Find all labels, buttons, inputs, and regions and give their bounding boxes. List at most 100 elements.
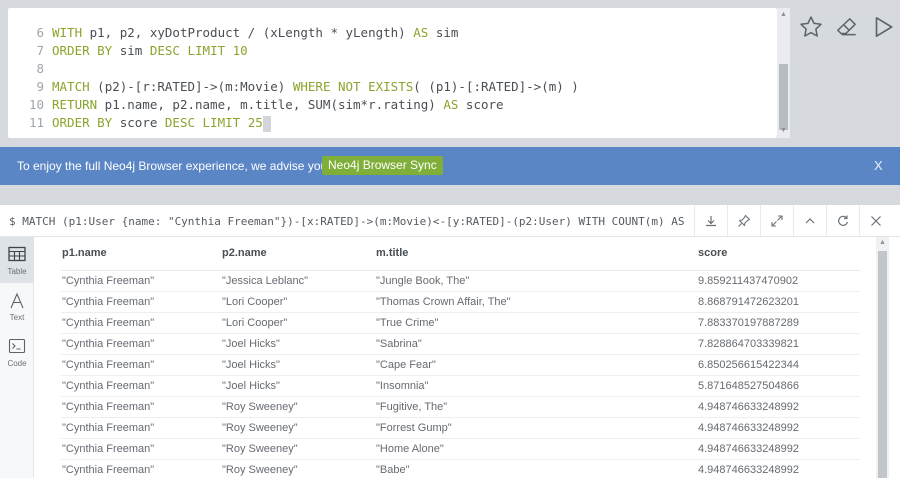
- table-row[interactable]: "Cynthia Freeman" "Jessica Leblanc" "Jungl…: [61, 270, 860, 292]
- clear-editor-button[interactable]: [834, 14, 862, 42]
- code-icon: [8, 338, 26, 354]
- scroll-up-arrow-icon[interactable]: ▲: [878, 239, 887, 247]
- results-scrollbar[interactable]: ▲: [876, 237, 889, 478]
- table-cell: "Roy Sweeney": [221, 417, 375, 439]
- editor-scrollbar[interactable]: ▲ ▼: [777, 8, 790, 138]
- result-table-container[interactable]: p1.name p2.name m.title score "Cynthia F…: [34, 237, 876, 478]
- code-text: ( (p1)-[:RATED]->(m) ): [413, 79, 579, 94]
- table-cell: "Roy Sweeney": [221, 438, 375, 460]
- table-cell: 5.871648527504866: [697, 375, 860, 397]
- table-row[interactable]: "Cynthia Freeman" "Joel Hicks" "Insomnia" 5…: [61, 375, 860, 397]
- table-cell: "Cynthia Freeman": [61, 291, 221, 313]
- star-icon: [800, 16, 822, 37]
- code-line[interactable]: 7 ORDER BY sim DESC LIMIT 10: [8, 42, 248, 60]
- column-header: m.title: [375, 237, 697, 271]
- table-cell: "Insomnia": [375, 375, 697, 397]
- table-cell: "Fugitive, The": [375, 396, 697, 418]
- results-scrollbar-thumb[interactable]: [878, 251, 887, 478]
- table-cell: 7.828864703339821: [697, 333, 860, 355]
- table-row[interactable]: "Cynthia Freeman" "Roy Sweeney" "Babe" 4.94…: [61, 459, 860, 478]
- table-cell: "Cynthia Freeman": [61, 354, 221, 376]
- table-cell: "Forrest Gump": [375, 417, 697, 439]
- rerun-icon: [838, 215, 849, 226]
- table-cell: 4.948746633248992: [697, 438, 860, 460]
- frame-query[interactable]: $ MATCH (p1:User {name: "Cynthia Freeman…: [9, 215, 692, 228]
- scroll-down-arrow-icon[interactable]: ▼: [779, 127, 788, 135]
- close-icon: [871, 216, 881, 226]
- code-line[interactable]: 9 MATCH (p2)-[r:RATED]->(m:Movie) WHERE N…: [8, 78, 579, 96]
- query-editor[interactable]: 6 WITH p1, p2, xyDotProduct / (xLength * …: [8, 8, 777, 138]
- table-cell: "Cynthia Freeman": [61, 312, 221, 334]
- column-header: p2.name: [221, 237, 375, 271]
- table-cell: 4.948746633248992: [697, 396, 860, 418]
- tab-table[interactable]: Table: [0, 237, 34, 283]
- fullscreen-button[interactable]: [760, 205, 792, 237]
- code-line[interactable]: 8: [8, 60, 52, 78]
- table-row[interactable]: "Cynthia Freeman" "Roy Sweeney" "Forrest G…: [61, 417, 860, 439]
- table-row[interactable]: "Cynthia Freeman" "Joel Hicks" "Sabrina" 7.…: [61, 333, 860, 355]
- table-row[interactable]: "Cynthia Freeman" "Joel Hicks" "Cape Fear"…: [61, 354, 860, 376]
- table-cell: 8.868791472623201: [697, 291, 860, 313]
- table-cell: 4.948746633248992: [697, 417, 860, 439]
- code-keyword: ORDER BY: [52, 43, 113, 58]
- line-number: 8: [36, 61, 44, 76]
- code-line[interactable]: 10 RETURN p1.name, p2.name, m.title, SUM(…: [8, 96, 504, 114]
- table-cell: "Cape Fear": [375, 354, 697, 376]
- code-text: (p2)-[r:RATED]->(m:Movie): [89, 79, 293, 94]
- table-cell: "Cynthia Freeman": [61, 270, 221, 292]
- table-cell: "Thomas Crown Affair, The": [375, 291, 697, 313]
- collapse-button[interactable]: [793, 205, 825, 237]
- table-cell: "Sabrina": [375, 333, 697, 355]
- editor-scrollbar-thumb[interactable]: [779, 64, 788, 130]
- code-line[interactable]: 6 WITH p1, p2, xyDotProduct / (xLength * …: [8, 24, 458, 42]
- result-frame: $ MATCH (p1:User {name: "Cynthia Freeman…: [0, 205, 900, 478]
- column-header: score: [697, 237, 860, 271]
- table-cell: 9.859211437470902: [697, 270, 860, 292]
- table-cell: "Cynthia Freeman": [61, 396, 221, 418]
- table-cell: "Jungle Book, The": [375, 270, 697, 292]
- banner-close-button[interactable]: X: [874, 158, 883, 173]
- table-row[interactable]: "Cynthia Freeman" "Roy Sweeney" "Home Alon…: [61, 438, 860, 460]
- line-number: 7: [36, 43, 44, 58]
- table-cell: 4.948746633248992: [697, 459, 860, 478]
- code-keyword: DESC LIMIT 10: [149, 43, 248, 58]
- table-cell: "Lori Cooper": [221, 291, 375, 313]
- tab-code-label: Code: [7, 359, 27, 368]
- scroll-up-arrow-icon[interactable]: ▲: [779, 11, 788, 19]
- code-line[interactable]: 11 ORDER BY score DESC LIMIT 25: [8, 114, 271, 132]
- pin-button[interactable]: [727, 205, 759, 237]
- text-cursor: [262, 115, 271, 132]
- result-table: p1.name p2.name m.title score "Cynthia F…: [61, 237, 860, 478]
- tab-text[interactable]: Text: [0, 283, 34, 329]
- close-frame-button[interactable]: [859, 205, 891, 237]
- table-cell: "Cynthia Freeman": [61, 459, 221, 478]
- code-keyword: DESC LIMIT 25: [164, 115, 263, 130]
- table-row[interactable]: "Cynthia Freeman" "Lori Cooper" "True Crim…: [61, 312, 860, 334]
- rerun-button[interactable]: [826, 205, 858, 237]
- favorite-button[interactable]: [798, 14, 826, 42]
- table-icon: [8, 246, 26, 262]
- table-row[interactable]: "Cynthia Freeman" "Lori Cooper" "Thomas Cr…: [61, 291, 860, 313]
- run-query-button[interactable]: [870, 14, 898, 42]
- browser-sync-button[interactable]: Neo4j Browser Sync: [322, 156, 443, 175]
- table-row[interactable]: "Cynthia Freeman" "Roy Sweeney" "Fugitive,…: [61, 396, 860, 418]
- table-cell: "Lori Cooper": [221, 312, 375, 334]
- table-header-row: p1.name p2.name m.title score: [61, 237, 860, 271]
- line-number: 10: [28, 97, 44, 112]
- table-cell: "Joel Hicks": [221, 333, 375, 355]
- code-text: p1, p2, xyDotProduct / (xLength * yLengt…: [82, 25, 414, 40]
- table-cell: "Babe": [375, 459, 697, 478]
- collapse-icon: [805, 218, 815, 224]
- tab-code[interactable]: Code: [0, 329, 34, 375]
- table-cell: "Cynthia Freeman": [61, 417, 221, 439]
- code-text: sim: [428, 25, 459, 40]
- code-text: p1.name, p2.name, m.title, SUM(sim*r.rat…: [97, 97, 444, 112]
- play-icon: [875, 16, 893, 38]
- table-cell: "Roy Sweeney": [221, 459, 375, 478]
- download-button[interactable]: [694, 205, 726, 237]
- code-keyword: RETURN: [52, 97, 98, 112]
- line-number: 6: [36, 25, 44, 40]
- eraser-icon: [837, 18, 856, 36]
- column-header: p1.name: [61, 237, 221, 271]
- table-body: "Cynthia Freeman" "Jessica Leblanc" "Jungl…: [61, 270, 860, 478]
